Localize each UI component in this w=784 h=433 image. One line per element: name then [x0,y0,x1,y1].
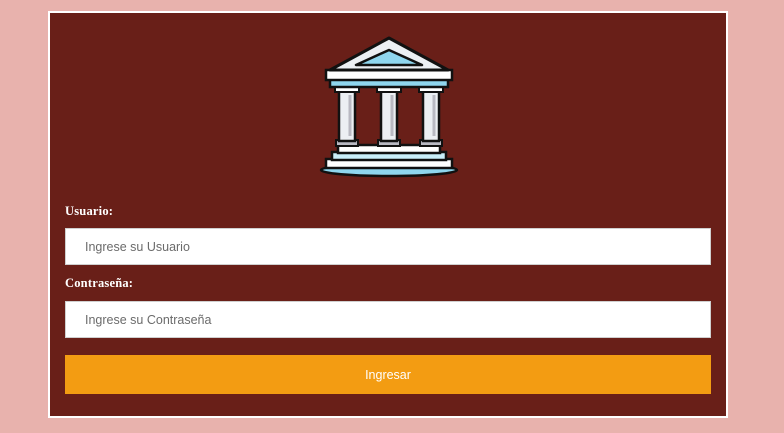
password-label: Contraseña: [65,276,134,290]
password-input[interactable] [65,301,711,338]
login-card: Usuario: Contraseña: Ingresar [48,11,728,418]
username-label: Usuario: [65,204,114,218]
bank-building-icon [319,36,459,178]
login-button[interactable]: Ingresar [65,355,711,394]
username-input[interactable] [65,228,711,265]
